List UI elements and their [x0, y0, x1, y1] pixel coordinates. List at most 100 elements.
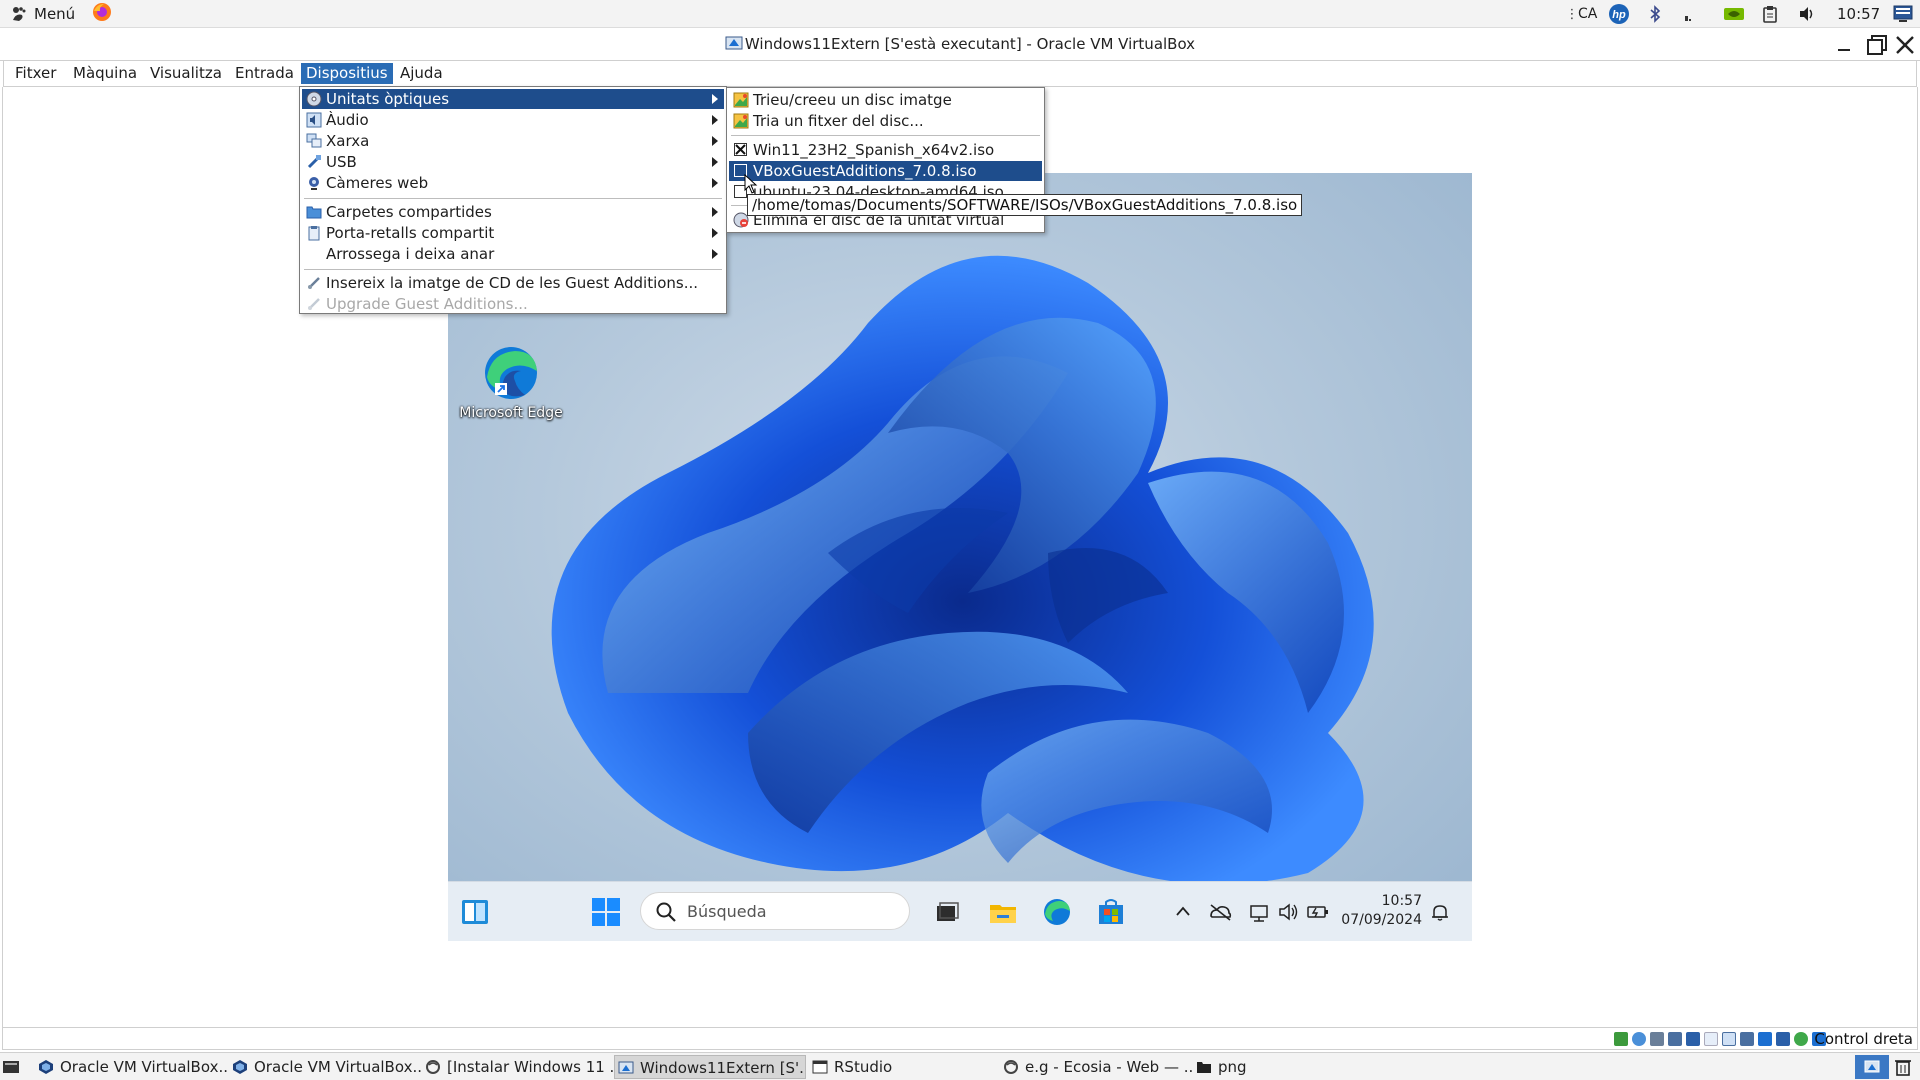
taskbar-item[interactable]: Oracle VM VirtualBox... [232, 1055, 422, 1079]
guest-date: 07/09/2024 [1341, 912, 1422, 928]
store-icon[interactable] [1096, 897, 1126, 927]
window-title: Windows11Extern [S'està executant] - Ora… [744, 35, 1196, 53]
usb-status-icon[interactable] [1686, 1032, 1700, 1046]
vbox-titlebar[interactable]: Windows11Extern [S'està executant] - Ora… [0, 28, 1920, 61]
menu-item-usb[interactable]: USB [302, 152, 724, 172]
menu-item-shared-folders[interactable]: Carpetes compartides [302, 202, 724, 222]
menu-item-label: Insereix la imatge de CD de les Guest Ad… [326, 274, 699, 292]
host-key-label[interactable]: Control dreta [1814, 1028, 1913, 1050]
audio-status-icon[interactable] [1650, 1032, 1664, 1046]
menu-item-audio[interactable]: Àudio [302, 110, 724, 130]
menu-ajuda[interactable]: Ajuda [395, 63, 448, 84]
volume-icon[interactable] [1278, 897, 1300, 927]
network-status-icon[interactable] [1668, 1032, 1682, 1046]
optical-drive-status-icon[interactable] [1632, 1032, 1646, 1046]
taskbar-item[interactable]: RStudio [812, 1055, 1002, 1079]
menu-fitxer[interactable]: Fitxer [10, 63, 61, 84]
start-button-icon[interactable] [591, 897, 621, 927]
show-desktop-button[interactable] [2, 1055, 24, 1079]
menu-item-optical-drives[interactable]: Unitats òptiques [302, 89, 724, 109]
guest-search-box[interactable]: Búsqueda [640, 892, 910, 930]
shared-folders-status-icon[interactable] [1704, 1032, 1718, 1046]
desktop-icon-label: Microsoft Edge [459, 405, 563, 421]
menu-item-insert-guest-additions[interactable]: Insereix la imatge de CD de les Guest Ad… [302, 273, 724, 293]
minimize-button[interactable] [1831, 32, 1857, 58]
taskbar-item-active[interactable]: Windows11Extern [S'... [614, 1055, 806, 1079]
host-clock[interactable]: 10:57 [1837, 0, 1880, 28]
chevron-up-icon[interactable] [1173, 897, 1193, 927]
nvidia-icon[interactable] [1723, 5, 1745, 23]
virtualbox-icon [233, 1060, 247, 1074]
battery-icon[interactable] [1306, 897, 1330, 927]
onedrive-icon[interactable] [1208, 897, 1232, 927]
submenu-arrow-icon [712, 115, 718, 125]
firefox-icon [92, 2, 112, 26]
menu-item-label: Xarxa [326, 132, 370, 150]
taskbar-item[interactable]: Oracle VM VirtualBox... [38, 1055, 228, 1079]
widgets-icon[interactable] [460, 897, 490, 927]
menu-item-label: Porta-retalls compartit [326, 224, 495, 242]
firefox-icon [426, 1060, 440, 1074]
workspace-icon [1864, 1060, 1880, 1073]
menu-item-webcams[interactable]: Càmeres web [302, 173, 724, 193]
taskbar-item[interactable]: [Instalar Windows 11 ... [425, 1055, 615, 1079]
keyboard-layout[interactable]: CA [1578, 0, 1597, 28]
bluetooth-icon[interactable] [1646, 5, 1664, 23]
optical-disc-icon [306, 91, 322, 107]
guest-additions-icon [306, 275, 322, 291]
menu-visualitza[interactable]: Visualitza [145, 63, 227, 84]
close-button[interactable] [1892, 32, 1918, 58]
audio-icon [306, 112, 322, 128]
menu-item-network[interactable]: Xarxa [302, 131, 724, 151]
menu-item-label: Càmeres web [326, 174, 429, 192]
hard-disk-status-icon[interactable] [1614, 1032, 1628, 1046]
menu-separator [304, 198, 722, 199]
network-icon[interactable] [1248, 897, 1272, 927]
maximize-button[interactable] [1864, 32, 1890, 58]
clipboard-icon[interactable] [1761, 5, 1779, 23]
submenu-item-vboxguestadditions-iso[interactable]: VBoxGuestAdditions_7.0.8.iso [729, 161, 1042, 181]
guest-time: 10:57 [1381, 893, 1422, 909]
menu-item-shared-clipboard[interactable]: Porta-retalls compartit [302, 223, 724, 243]
desktop-shortcut-edge[interactable]: Microsoft Edge [456, 343, 566, 433]
guest-additions-status-icon[interactable] [1794, 1032, 1808, 1046]
workspace-switcher[interactable] [1855, 1055, 1889, 1079]
submenu-item-win11-iso[interactable]: Win11_23H2_Spanish_x64v2.iso [729, 140, 1042, 160]
iso-path-tooltip: /home/tomas/Documents/SOFTWARE/ISOs/VBox… [747, 194, 1303, 216]
edge-taskbar-icon[interactable] [1042, 897, 1072, 927]
task-view-icon[interactable] [932, 897, 962, 927]
menu-dispositius[interactable]: Dispositius [301, 63, 393, 84]
network-signal-icon[interactable] [1681, 5, 1699, 23]
submenu-item-choose-create-image[interactable]: Trieu/creeu un disc imatge [729, 90, 1042, 110]
disc-image-icon [733, 92, 749, 108]
app-menu-button[interactable]: Menú [10, 0, 75, 28]
trash-button[interactable] [1894, 1055, 1916, 1079]
maximize-icon [1867, 35, 1887, 55]
cpu-status-icon[interactable] [1758, 1032, 1772, 1046]
display-status-icon[interactable] [1722, 1032, 1736, 1046]
firefox-launcher[interactable] [92, 0, 112, 28]
taskbar-item[interactable]: e.g - Ecosia - Web — ... [1003, 1055, 1193, 1079]
submenu-item-choose-disk-file[interactable]: Tria un fitxer del disc... [729, 111, 1042, 131]
menu-entrada[interactable]: Entrada [230, 63, 299, 84]
volume-icon[interactable] [1798, 5, 1816, 23]
shared-folder-icon [306, 204, 322, 220]
submenu-arrow-icon [712, 157, 718, 167]
guest-clock[interactable]: 10:57 07/09/2024 [1332, 892, 1422, 930]
mouse-integration-status-icon[interactable] [1776, 1032, 1790, 1046]
tray-desktop-icon[interactable] [1893, 5, 1913, 23]
file-explorer-icon[interactable] [988, 897, 1018, 927]
menu-item-upgrade-guest-additions: Upgrade Guest Additions... [302, 294, 724, 314]
trash-icon [1895, 1060, 1911, 1076]
recording-status-icon[interactable] [1740, 1032, 1754, 1046]
vbox-window-icon [725, 31, 743, 50]
submenu-item-label: Trieu/creeu un disc imatge [753, 91, 952, 109]
firefox-icon [1004, 1060, 1018, 1074]
notifications-icon[interactable] [1428, 897, 1452, 927]
menu-item-label: Unitats òptiques [326, 90, 450, 108]
taskbar-item[interactable]: png [1196, 1055, 1386, 1079]
hp-icon[interactable]: hp [1608, 4, 1630, 24]
edge-icon [485, 347, 537, 399]
menu-maquina[interactable]: Màquina [68, 63, 142, 84]
menu-item-drag-and-drop[interactable]: Arrossega i deixa anar [302, 244, 724, 264]
